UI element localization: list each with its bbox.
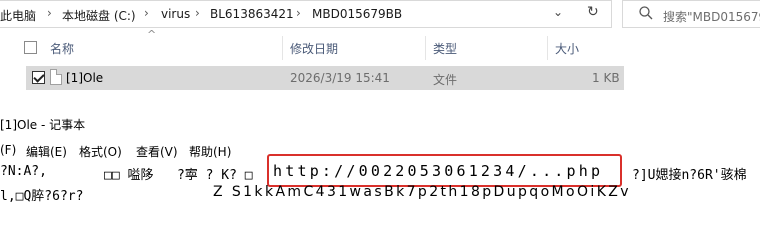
file-icon	[50, 69, 62, 85]
column-divider[interactable]	[282, 36, 283, 60]
notepad-text-line2-right: Z S1kkAmC431wasBk7p2th18pDupqoMoOiKZv	[213, 184, 631, 200]
file-type: 文件	[433, 73, 458, 87]
menu-edit[interactable]: 编辑(E)	[26, 143, 67, 160]
notepad-title: [1]Ole - 记事本	[0, 118, 86, 132]
search-icon	[639, 6, 653, 20]
breadcrumb-folder-bl[interactable]: BL613863421	[210, 7, 294, 21]
column-divider[interactable]	[547, 36, 548, 60]
breadcrumb-separator: ›	[296, 6, 301, 20]
chevron-down-icon[interactable]: ⌄	[553, 5, 563, 19]
sort-ascending-icon: ^	[147, 28, 157, 41]
breadcrumb-separator: ›	[195, 6, 200, 20]
select-all-checkbox[interactable]	[24, 41, 37, 54]
menu-file[interactable]: (F)	[0, 143, 16, 157]
menu-help[interactable]: 帮助(H)	[189, 143, 231, 160]
notepad-text-line2-left: l,□Q脺?6?r?	[0, 189, 84, 204]
notepad-text-line1-left: ?N:A?,	[0, 164, 47, 179]
refresh-icon[interactable]: ↻	[587, 4, 599, 20]
column-header-size[interactable]: 大小	[555, 40, 579, 57]
column-header-type[interactable]: 类型	[433, 40, 457, 57]
file-date: 2026/3/19 15:41	[290, 71, 390, 85]
breadcrumb-this-pc[interactable]: 此电脑	[0, 7, 36, 24]
search-input[interactable]: 搜索"MBD015679	[622, 0, 760, 28]
address-bar[interactable]: 此电脑 › 本地磁盘 (C:) › virus › BL613863421 › …	[0, 0, 612, 28]
search-placeholder: 搜索"MBD015679	[663, 10, 760, 24]
url-highlight-box	[267, 154, 622, 187]
notepad-text-line1-mid: □□ 嗌陊 ?寕 ? K? □	[104, 168, 253, 183]
breadcrumb-folder-mbd[interactable]: MBD015679BB	[312, 7, 402, 21]
file-size: 1 KB	[592, 71, 620, 85]
breadcrumb-separator: ›	[144, 6, 149, 20]
notepad-text-line1-right: ?]U媤接n?6R'骇棉	[632, 168, 747, 183]
column-divider[interactable]	[425, 36, 426, 60]
breadcrumb-virus[interactable]: virus	[161, 7, 190, 21]
row-checkbox[interactable]	[32, 71, 45, 84]
column-header-date[interactable]: 修改日期	[290, 40, 338, 57]
breadcrumb-separator: ›	[47, 6, 52, 20]
menu-view[interactable]: 查看(V)	[136, 143, 178, 160]
column-header-name[interactable]: 名称	[50, 40, 74, 57]
menu-format[interactable]: 格式(O)	[79, 143, 122, 160]
file-name[interactable]: [1]Ole	[66, 71, 103, 85]
breadcrumb-local-disk[interactable]: 本地磁盘 (C:)	[62, 7, 136, 24]
